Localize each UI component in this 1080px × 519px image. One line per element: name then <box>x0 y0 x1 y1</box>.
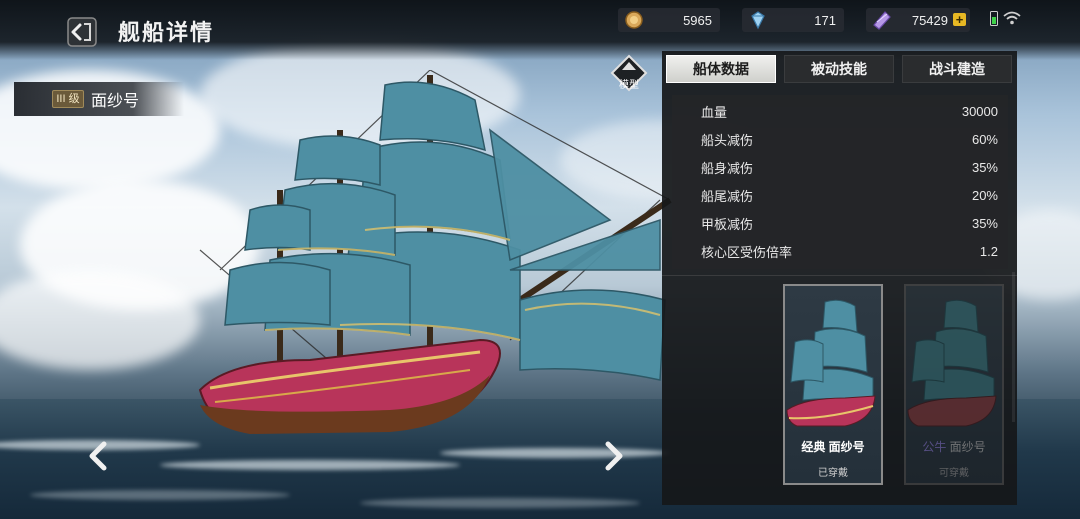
skin-name: 面纱号 <box>828 440 865 454</box>
back-button[interactable] <box>62 12 102 52</box>
ship-detail-panel: 船体数据 被动技能 战斗建造 血量 30000 船头减伤 60% 船身减伤 35… <box>662 51 1017 505</box>
skin-card-classic[interactable]: 经典 面纱号 已穿戴 <box>783 284 883 485</box>
skin-list-scrollbar[interactable] <box>1012 272 1015 422</box>
stat-row-deck-reduction: 甲板减伤 35% <box>672 209 1008 237</box>
crystal-icon <box>870 8 894 32</box>
chevron-left-icon <box>89 441 107 471</box>
hull-stats-list: 血量 30000 船头减伤 60% 船身减伤 35% 船尾减伤 20% 甲板减伤… <box>672 95 1008 269</box>
stat-label: 核心区受伤倍率 <box>701 244 793 260</box>
stat-label: 船身减伤 <box>701 160 754 176</box>
crystal-counter: 75429 + <box>866 8 970 32</box>
ship-name-tag: III 级 面纱号 <box>14 82 184 116</box>
skin-status: 可穿戴 <box>939 468 969 479</box>
page-title: 舰船详情 <box>118 20 215 45</box>
wifi-icon <box>1003 11 1021 25</box>
battery-icon <box>990 11 998 26</box>
stat-label: 甲板减伤 <box>701 216 754 232</box>
stat-value: 20% <box>971 187 998 203</box>
diamond-value: 171 <box>814 12 836 28</box>
grade-badge: III 级 <box>52 90 84 108</box>
model-button-label: 模型 <box>619 80 639 91</box>
stat-label: 血量 <box>701 104 728 120</box>
panel-divider <box>662 275 1017 276</box>
stat-value: 60% <box>971 131 998 147</box>
tab-battle-build[interactable]: 战斗建造 <box>902 55 1012 83</box>
tab-passive-skills[interactable]: 被动技能 <box>784 55 894 83</box>
stat-value: 35% <box>971 215 998 231</box>
stat-row-hull-reduction: 船身减伤 35% <box>672 153 1008 181</box>
stat-label: 船头减伤 <box>701 132 754 148</box>
stat-row-stern-reduction: 船尾减伤 20% <box>672 181 1008 209</box>
ship-name: 面纱号 <box>91 93 140 110</box>
stat-value: 1.2 <box>979 243 998 259</box>
stat-row-bow-reduction: 船头减伤 60% <box>672 125 1008 153</box>
status-indicators <box>990 10 1021 26</box>
diamond-counter: 171 <box>742 8 844 32</box>
stat-label: 船尾减伤 <box>701 188 754 204</box>
model-view-button[interactable]: 模型 <box>610 54 648 92</box>
skin-status: 已穿戴 <box>818 468 848 479</box>
add-crystal-button[interactable]: + <box>953 13 966 26</box>
diamond-icon <box>746 8 770 32</box>
stat-value: 30000 <box>961 103 998 119</box>
skin-prefix: 公牛 <box>922 440 947 454</box>
coin-value: 5965 <box>683 12 712 28</box>
tab-hull-data[interactable]: 船体数据 <box>666 55 776 83</box>
next-ship-button[interactable] <box>602 441 626 471</box>
stat-value: 35% <box>971 159 998 175</box>
back-arrow-icon <box>67 17 97 47</box>
skin-ship-thumbnail <box>786 299 876 427</box>
coin-icon <box>622 8 646 32</box>
detail-tabs: 船体数据 被动技能 战斗建造 <box>666 55 1012 83</box>
crystal-value: 75429 <box>911 12 948 28</box>
skin-title: 经典 面纱号 <box>785 438 881 455</box>
stat-row-hp: 血量 30000 <box>672 97 1008 125</box>
skin-title: 公牛 面纱号 <box>906 438 1002 455</box>
skin-ship-thumbnail <box>907 299 997 427</box>
skin-prefix: 经典 <box>801 440 826 454</box>
skin-card-bull[interactable]: 公牛 面纱号 可穿戴 <box>904 284 1004 485</box>
previous-ship-button[interactable] <box>86 441 110 471</box>
chevron-right-icon <box>605 441 623 471</box>
skin-name: 面纱号 <box>949 440 986 454</box>
stat-row-core-damage-multiplier: 核心区受伤倍率 1.2 <box>672 237 1008 265</box>
coin-counter: 5965 <box>618 8 720 32</box>
